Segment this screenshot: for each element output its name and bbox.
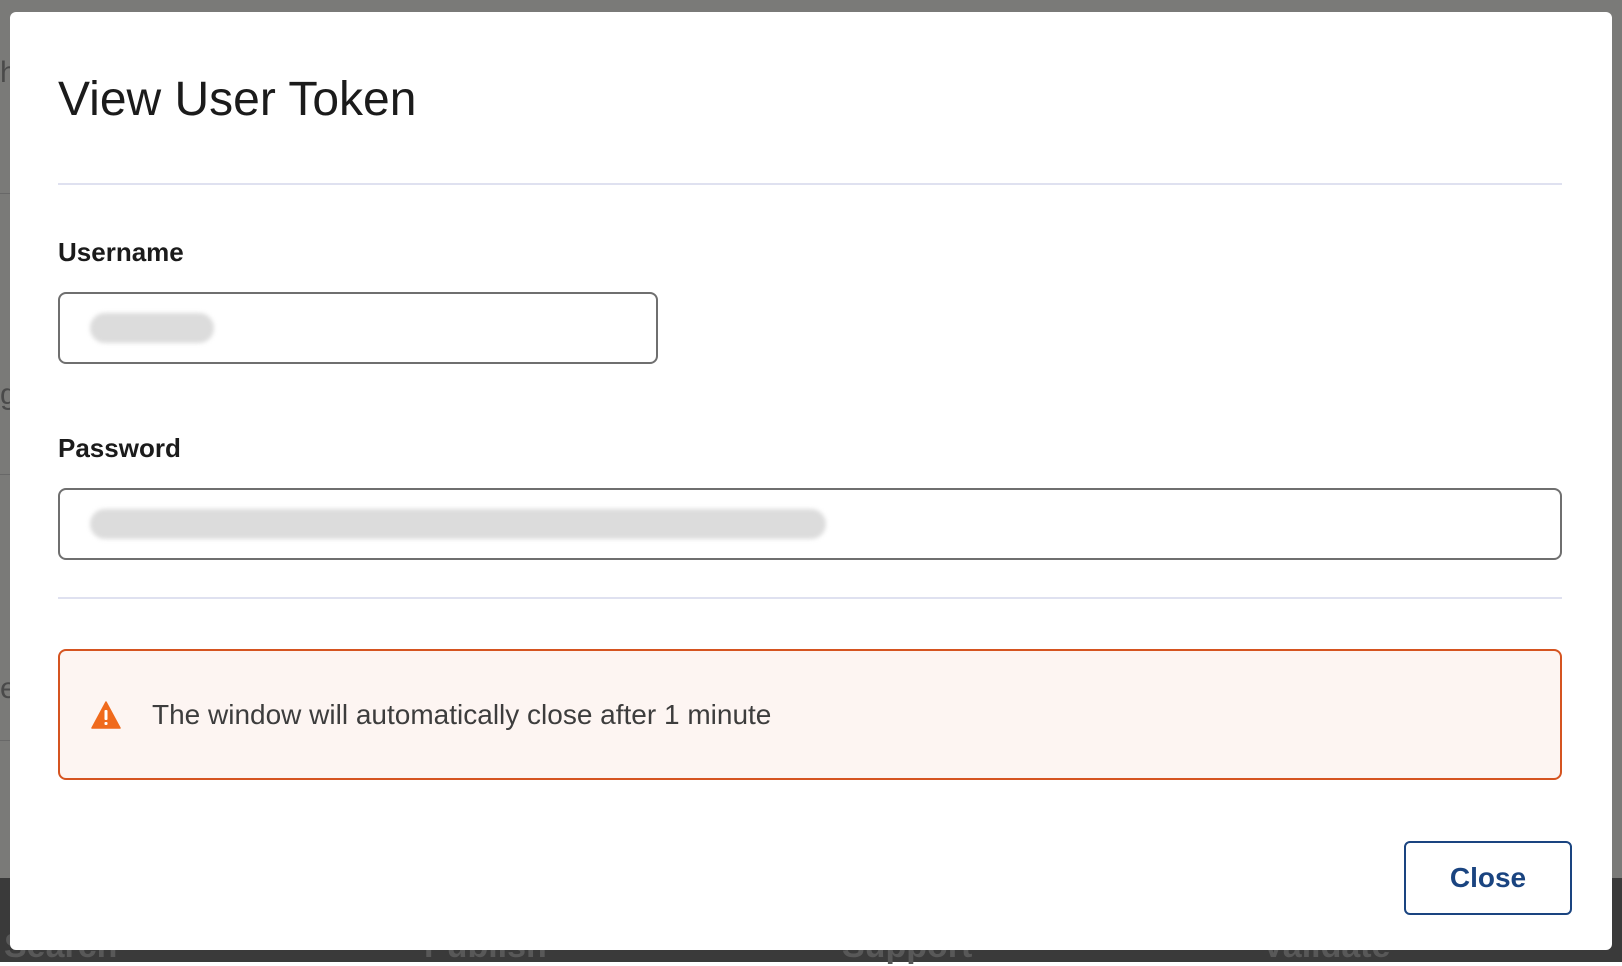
background-divider: [0, 740, 10, 741]
auto-close-warning-alert: The window will automatically close afte…: [58, 649, 1562, 780]
password-label: Password: [58, 433, 181, 463]
background-divider: [0, 474, 10, 475]
dialog-title: View User Token: [58, 73, 417, 126]
username-field[interactable]: [58, 292, 658, 364]
redacted-password: [90, 509, 826, 539]
body-divider: [58, 597, 1562, 599]
password-field[interactable]: [58, 488, 1562, 560]
alert-message: The window will automatically close afte…: [152, 699, 772, 730]
view-user-token-dialog: View User Token Username Password The wi…: [10, 12, 1612, 950]
warning-triangle-icon: [91, 701, 121, 729]
header-divider: [58, 183, 1562, 185]
close-button[interactable]: Close: [1404, 841, 1572, 915]
username-label: Username: [58, 237, 184, 267]
background-divider: [0, 193, 10, 194]
redacted-username: [90, 313, 214, 343]
